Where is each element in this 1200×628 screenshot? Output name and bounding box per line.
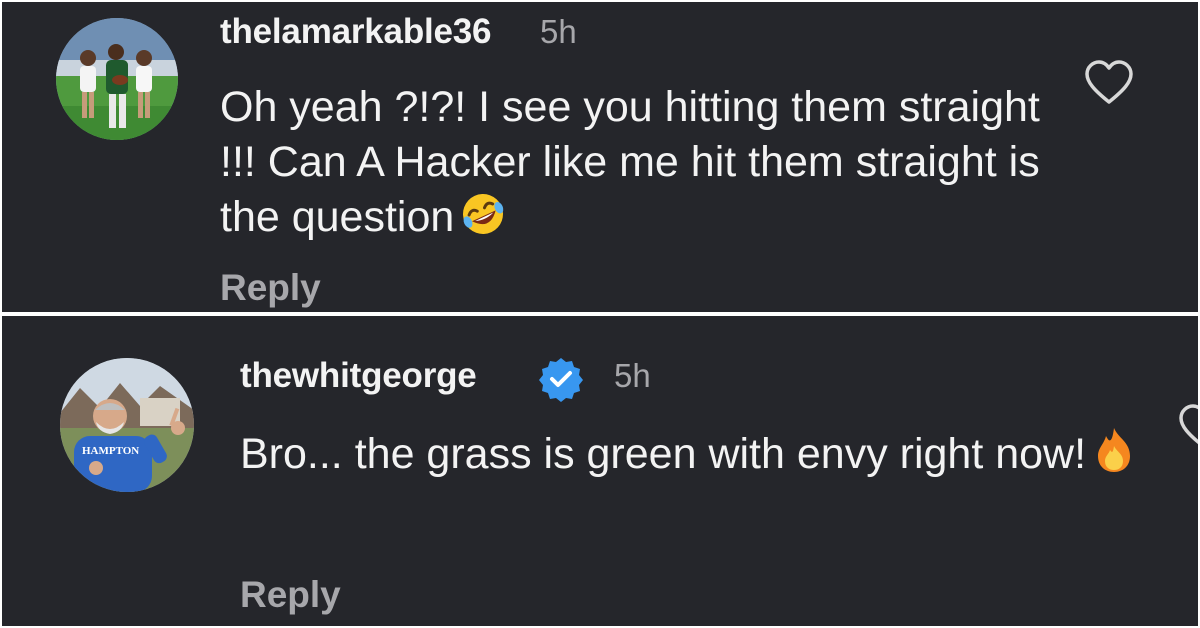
comment-item: HAMPTON thewhitgeorge 5h Bro... the gras… (2, 316, 1198, 626)
reply-button[interactable]: Reply (220, 267, 321, 309)
comment-item: thelamarkable36 5h Oh yeah ?!?! I see yo… (2, 2, 1198, 312)
avatar[interactable] (56, 18, 178, 140)
avatar[interactable]: HAMPTON (60, 358, 194, 492)
fire-emoji (1092, 426, 1136, 488)
comment-text: Oh yeah ?!?! I see you hitting them stra… (220, 80, 1060, 251)
timestamp: 5h (614, 357, 651, 394)
reply-button[interactable]: Reply (240, 574, 341, 616)
username[interactable]: thewhitgeorge (240, 356, 477, 396)
verified-badge-icon (539, 358, 583, 402)
comment-text-content: Oh yeah ?!?! I see you hitting them stra… (220, 83, 1040, 241)
username[interactable]: thelamarkable36 (220, 12, 492, 52)
timestamp: 5h (540, 13, 577, 50)
heart-icon[interactable] (1178, 404, 1198, 450)
rolling-on-floor-laughing-emoji (460, 191, 506, 251)
avatar-shirt-text: HAMPTON (82, 445, 139, 457)
heart-icon[interactable] (1084, 60, 1134, 106)
comment-text: Bro... the grass is green with envy righ… (240, 426, 1160, 488)
comment-text-content: Bro... the grass is green with envy righ… (240, 430, 1087, 478)
